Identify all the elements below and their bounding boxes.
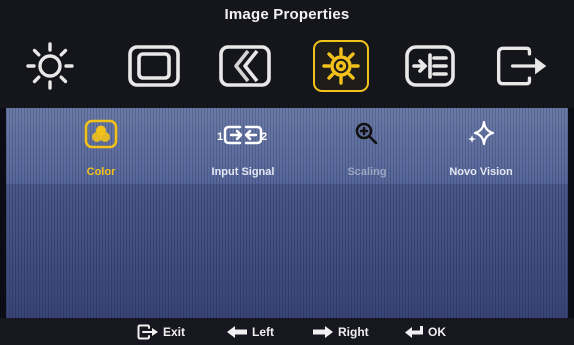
submenu-label-input-signal: Input Signal — [211, 166, 275, 178]
footer-hints: Exit Left Right OK — [0, 318, 574, 345]
submenu-label-color: Color — [86, 166, 116, 178]
enter-icon — [405, 326, 423, 338]
color-circles-icon — [84, 119, 118, 149]
brightness-menu-button[interactable] — [22, 40, 78, 92]
input-signal-icon: 1 2 — [217, 125, 267, 145]
options-menu-button[interactable] — [402, 40, 458, 92]
hint-ok-label: OK — [428, 325, 446, 339]
osd-menu: Image Properties Color 1 2 Input Signal … — [0, 0, 574, 345]
picture-adjust-icon — [219, 45, 271, 87]
input-number-1: 1 — [217, 131, 223, 143]
sparkle-icon — [468, 120, 495, 146]
osd-header: Image Properties — [0, 0, 574, 108]
submenu-item-novo-vision[interactable]: Novo Vision — [426, 116, 536, 178]
hint-right: Right — [312, 323, 369, 341]
submenu-bar: Color 1 2 Input Signal Scaling Novo Visi… — [6, 108, 568, 184]
page-title: Image Properties — [224, 6, 350, 23]
exit-menu-button[interactable] — [494, 40, 550, 92]
screen-frame-menu-button[interactable] — [126, 40, 182, 92]
arrow-right-icon — [313, 326, 333, 338]
hint-left: Left — [226, 323, 274, 341]
submenu-item-input-signal[interactable]: 1 2 Input Signal — [188, 116, 298, 178]
exit-icon — [496, 46, 547, 86]
submenu-label-scaling: Scaling — [347, 166, 387, 178]
brightness-icon — [26, 42, 74, 90]
submenu-label-novo-vision: Novo Vision — [449, 166, 513, 178]
exit-icon — [137, 324, 158, 340]
picture-adjust-menu-button[interactable] — [217, 40, 273, 92]
content-area — [6, 184, 568, 318]
hint-right-label: Right — [338, 325, 369, 339]
zoom-in-icon — [355, 122, 378, 145]
gear-icon — [322, 47, 360, 85]
submenu-item-color[interactable]: Color — [46, 116, 156, 178]
options-list-icon — [405, 45, 455, 87]
hint-ok: OK — [404, 323, 446, 341]
hint-exit-label: Exit — [163, 325, 186, 339]
hint-left-label: Left — [252, 325, 274, 339]
submenu-item-scaling[interactable]: Scaling — [312, 116, 422, 178]
screen-frame-icon — [128, 45, 180, 87]
arrow-left-icon — [227, 326, 247, 338]
hint-exit: Exit — [137, 323, 185, 341]
image-properties-menu-button[interactable] — [313, 40, 369, 92]
input-number-2: 2 — [261, 131, 267, 143]
